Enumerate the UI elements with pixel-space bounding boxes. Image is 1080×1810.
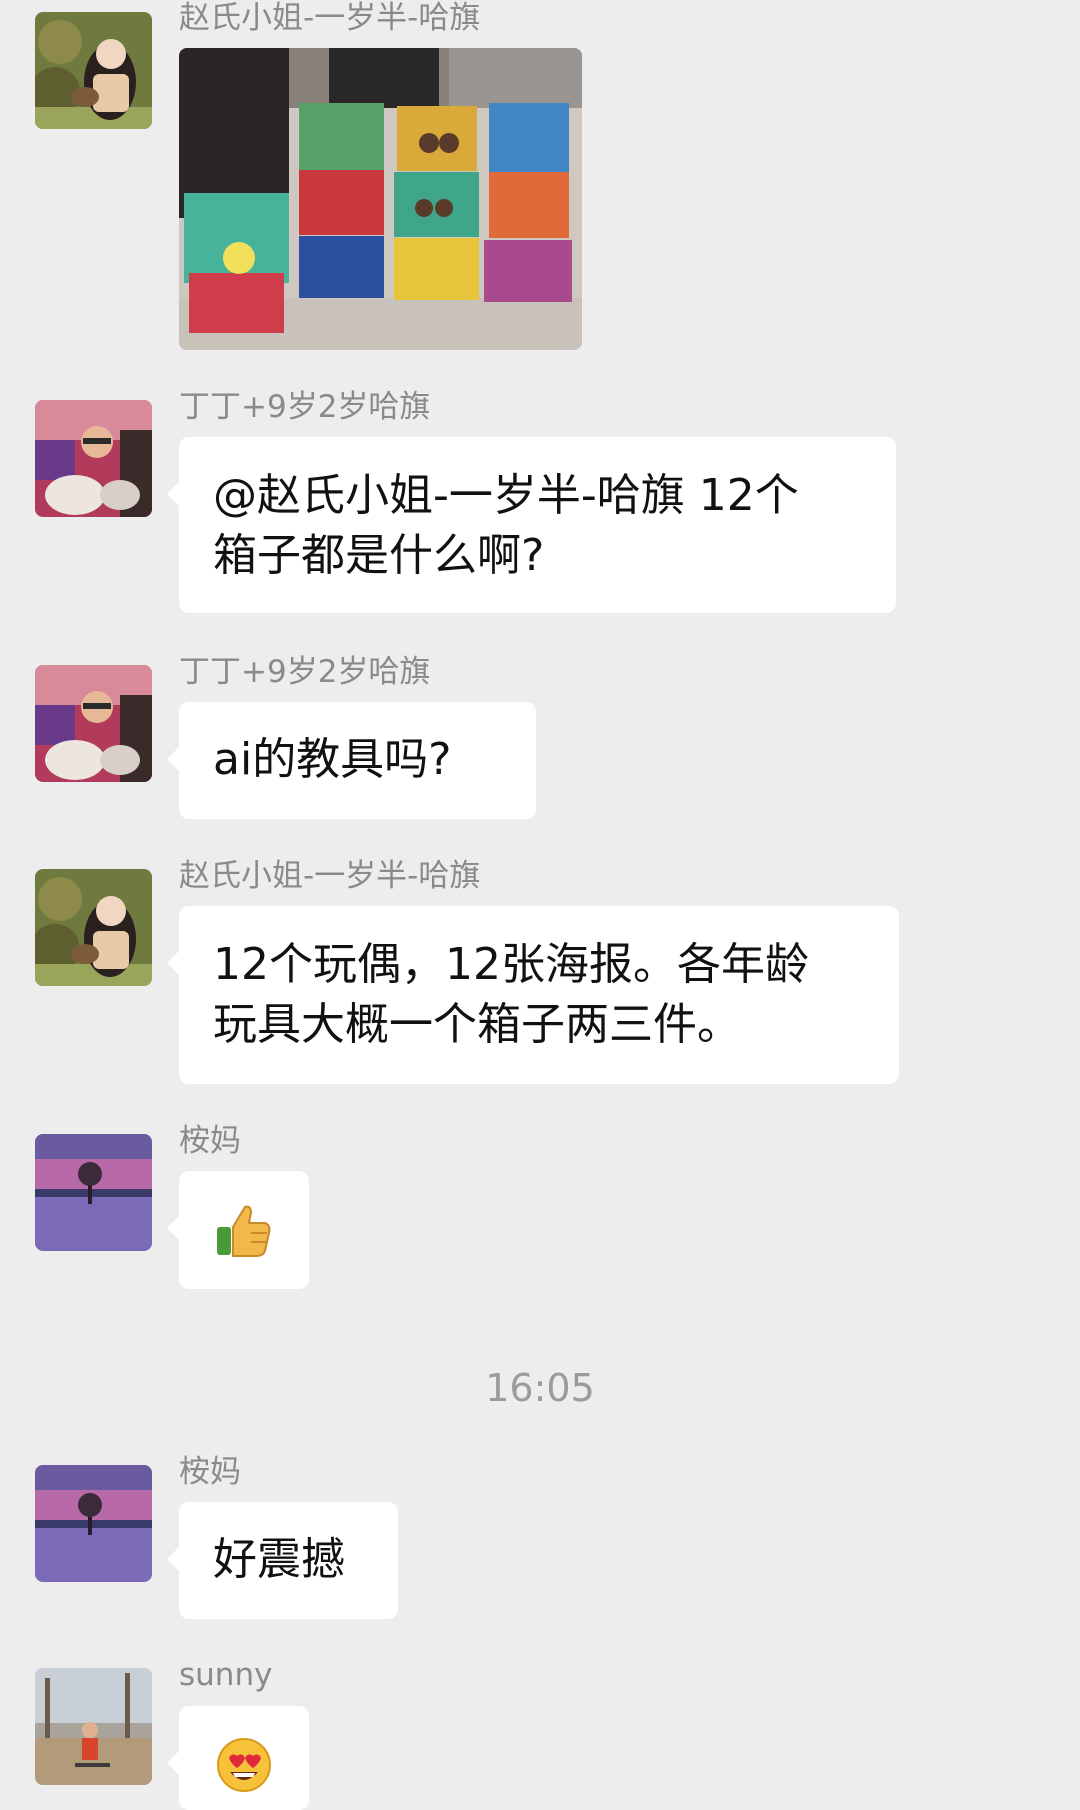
message-bubble[interactable]: 好震撼 [167, 1502, 398, 1619]
woman-reading-avatar[interactable] [35, 12, 152, 129]
timestamp: 16:05 [485, 1366, 595, 1410]
message-text-line: @赵氏小姐-一岁半-哈旗 12个 [213, 470, 799, 521]
sender-name: 桉妈 [179, 1123, 241, 1159]
sender-name: sunny [179, 1657, 273, 1693]
message-bubble[interactable] [167, 1171, 309, 1289]
boy-drummer-avatar[interactable] [35, 400, 152, 517]
lake-tree-sunset-avatar[interactable] [35, 1134, 152, 1251]
message-bubble[interactable]: ai的教具吗? [167, 702, 536, 819]
stacked-colorful-toy-boxes-photo[interactable] [179, 48, 582, 350]
message-bubble[interactable] [167, 1706, 309, 1810]
sender-name: 丁丁+9岁2岁哈旗 [179, 389, 431, 425]
sender-name: 丁丁+9岁2岁哈旗 [179, 654, 431, 690]
message-text-line: 12个玩偶，12张海报。各年龄 [213, 939, 809, 990]
child-scooter-avatar[interactable] [35, 1668, 152, 1785]
woman-reading-avatar[interactable] [35, 869, 152, 986]
message-text-line: 玩具大概一个箱子两三件。 [213, 999, 741, 1050]
sender-name: 赵氏小姐-一岁半-哈旗 [179, 858, 481, 894]
heart-eyes-emoji [217, 1738, 271, 1792]
message-text-line: 箱子都是什么啊? [213, 530, 545, 581]
message-text-line: 好震撼 [213, 1534, 345, 1585]
sender-name: 桉妈 [179, 1454, 241, 1490]
message-bubble[interactable]: 12个玩偶，12张海报。各年龄 玩具大概一个箱子两三件。 [167, 906, 899, 1084]
message-text-line: ai的教具吗? [213, 734, 452, 785]
lake-tree-sunset-avatar[interactable] [35, 1465, 152, 1582]
boy-drummer-avatar[interactable] [35, 665, 152, 782]
message-bubble[interactable]: @赵氏小姐-一岁半-哈旗 12个 箱子都是什么啊? [167, 437, 896, 613]
sender-name: 赵氏小姐-一岁半-哈旗 [179, 0, 481, 36]
thumbs-up-emoji [217, 1205, 271, 1257]
